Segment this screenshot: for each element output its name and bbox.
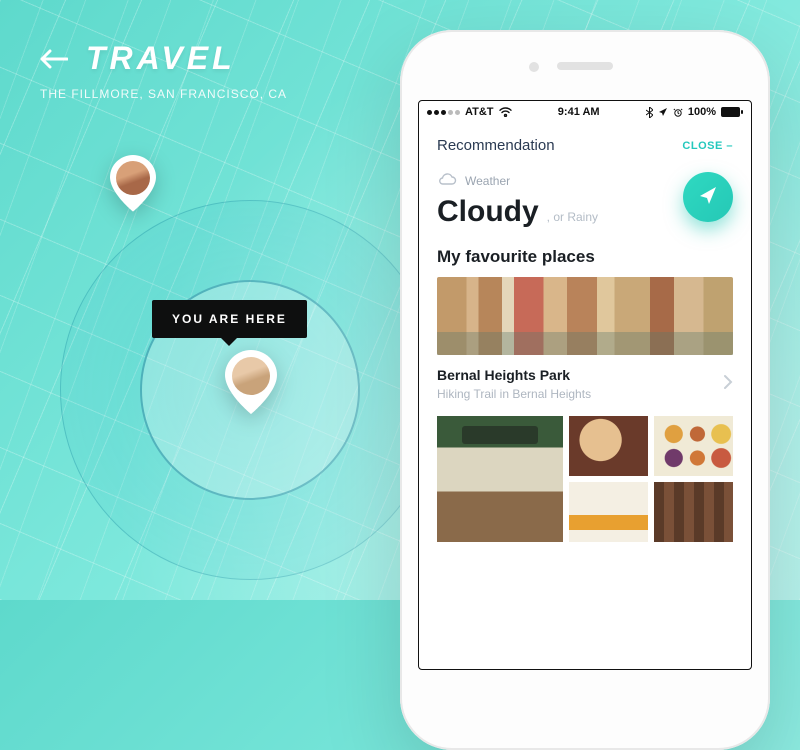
- status-bar: AT&T 9:41 AM 100%: [419, 101, 751, 123]
- cloud-icon: [437, 172, 457, 189]
- place-list-item[interactable]: Bernal Heights Park Hiking Trail in Bern…: [437, 355, 733, 416]
- weather-sub: , or Rainy: [547, 210, 598, 224]
- clock-label: 9:41 AM: [558, 106, 600, 118]
- alarm-icon: [673, 107, 683, 117]
- battery-label: 100%: [688, 106, 716, 118]
- close-button[interactable]: CLOSE –: [682, 140, 733, 152]
- place-subtitle: Hiking Trail in Bernal Heights: [437, 387, 591, 401]
- weather-label: Weather: [465, 174, 510, 188]
- map-pin-nearby-user[interactable]: [110, 155, 156, 211]
- photo-thumbnail[interactable]: [654, 416, 733, 476]
- you-are-here-tooltip: YOU ARE HERE: [152, 300, 307, 338]
- navigate-button[interactable]: [683, 172, 733, 222]
- photo-thumbnail[interactable]: [569, 482, 648, 542]
- phone-frame: AT&T 9:41 AM 100% Recommendation CLOSE –: [400, 30, 770, 750]
- photo-thumbnail[interactable]: [437, 416, 563, 542]
- avatar: [232, 357, 270, 395]
- photo-thumbnail[interactable]: [569, 416, 648, 476]
- bluetooth-icon: [646, 107, 653, 118]
- avatar: [116, 161, 150, 195]
- page-title: TRAVEL: [86, 40, 236, 77]
- carrier-label: AT&T: [465, 106, 494, 118]
- favourite-place-banner[interactable]: [437, 277, 733, 355]
- place-name: Bernal Heights Park: [437, 367, 591, 383]
- navigate-arrow-icon: [697, 184, 719, 211]
- signal-strength-icon: [427, 110, 460, 115]
- wifi-icon: [499, 107, 512, 117]
- weather-value: Cloudy: [437, 195, 539, 229]
- map-pin-current-user[interactable]: [225, 350, 277, 414]
- chevron-right-icon: [723, 374, 733, 395]
- page-subtitle: THE FILLMORE, SAN FRANCISCO, CA: [40, 87, 287, 101]
- photo-grid: [437, 416, 733, 542]
- panel-title: Recommendation: [437, 137, 555, 154]
- location-arrow-icon: [658, 107, 668, 117]
- photo-thumbnail[interactable]: [654, 482, 733, 542]
- favourites-heading: My favourite places: [437, 247, 733, 267]
- phone-screen: AT&T 9:41 AM 100% Recommendation CLOSE –: [418, 100, 752, 670]
- back-arrow-icon[interactable]: [40, 49, 68, 69]
- battery-icon: [721, 107, 743, 117]
